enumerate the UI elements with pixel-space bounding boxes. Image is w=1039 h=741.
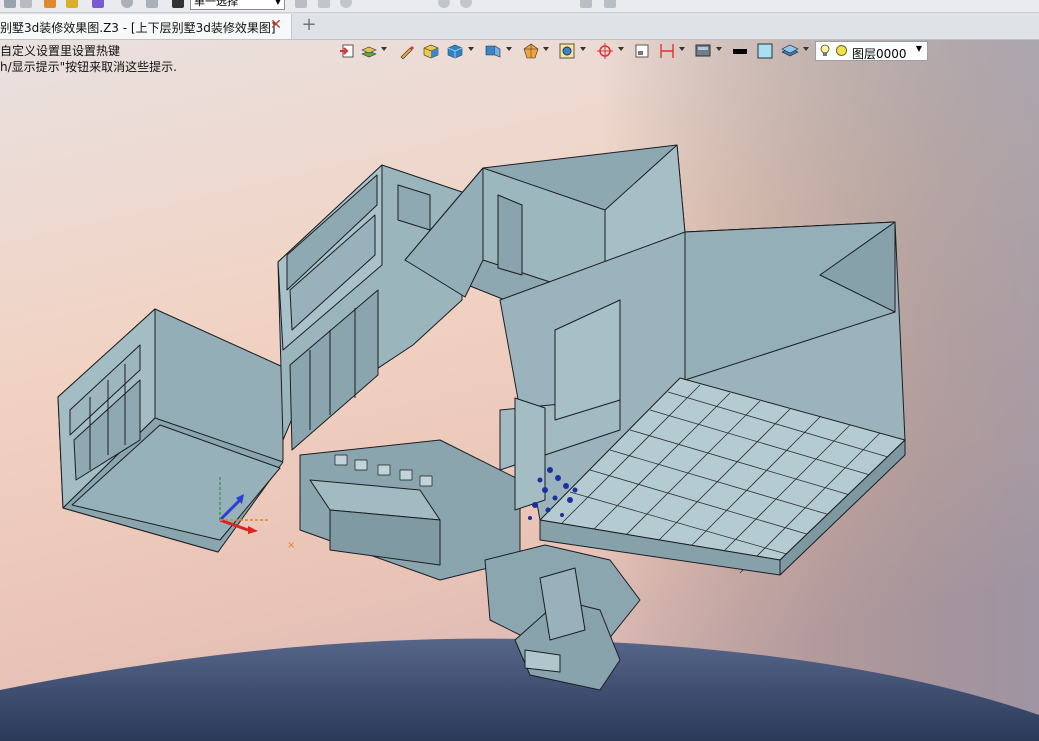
layer-name: 图层0000 — [852, 47, 907, 61]
settings-icon[interactable] — [580, 0, 592, 8]
section-view-icon[interactable] — [633, 42, 651, 60]
selection-mode-value: 单一选择 — [194, 0, 238, 8]
snap-target-icon[interactable] — [596, 42, 614, 60]
chevron-down-icon[interactable] — [506, 47, 512, 51]
hint-line-1: 自定义设置里设置热键 — [0, 44, 121, 58]
orbit-icon[interactable] — [340, 0, 352, 8]
zoom-fit-icon[interactable] — [558, 42, 576, 60]
line-color-icon[interactable] — [731, 42, 749, 60]
close-icon[interactable]: ✕ — [268, 17, 284, 33]
render-style-icon[interactable] — [522, 42, 540, 60]
list-icon[interactable] — [20, 0, 32, 8]
dimension-icon[interactable] — [658, 42, 676, 60]
layer-stack-icon[interactable] — [360, 42, 378, 60]
rotate-icon[interactable] — [318, 0, 330, 8]
cad-application-window: 单一选择 ▼ 别墅3d装修效果图.Z3 - [上下层别墅3d装修效果图] ✕ + — [0, 0, 1039, 741]
cube-icon[interactable] — [446, 42, 464, 60]
picture-icon[interactable] — [92, 0, 104, 8]
chevron-down-icon[interactable] — [716, 47, 722, 51]
cursor-icon[interactable] — [295, 0, 307, 8]
3d-viewport[interactable]: × — [0, 40, 1039, 741]
fill-color-icon[interactable] — [756, 42, 774, 60]
tab-document[interactable]: 别墅3d装修效果图.Z3 - [上下层别墅3d装修效果图] ✕ — [0, 14, 292, 39]
chevron-down-icon[interactable] — [468, 47, 474, 51]
pencil-icon[interactable] — [398, 42, 416, 60]
undo-icon[interactable] — [121, 0, 133, 8]
chevron-down-icon[interactable] — [381, 47, 387, 51]
paint-icon[interactable] — [66, 0, 78, 8]
lightbulb-icon[interactable] — [820, 44, 830, 57]
freeze-toggle-icon[interactable] — [836, 45, 847, 56]
tab-document-label: 别墅3d装修效果图.Z3 - [上下层别墅3d装修效果图] — [0, 21, 276, 35]
exit-sketch-icon[interactable] — [338, 42, 356, 60]
display-mode-icon[interactable] — [694, 42, 712, 60]
pin-icon[interactable] — [146, 0, 158, 8]
arc-tool-icon[interactable] — [460, 0, 472, 8]
view-cube-icon[interactable] — [484, 42, 502, 60]
layers-icon[interactable] — [781, 42, 799, 60]
layer-select[interactable]: 图层0000 ▼ — [815, 41, 928, 61]
hint-line-2: h/显示提示"按钮来取消这些提示. — [0, 60, 177, 74]
chevron-down-icon[interactable]: ▼ — [916, 44, 922, 53]
chevron-down-icon: ▼ — [274, 0, 281, 6]
chevron-down-icon[interactable] — [543, 47, 549, 51]
selection-mode-select[interactable]: 单一选择 ▼ — [190, 0, 285, 10]
circle-tool-icon[interactable] — [438, 0, 450, 8]
hint-overlay: 自定义设置里设置热键 h/显示提示"按钮来取消这些提示. — [0, 43, 177, 75]
model-scene[interactable]: × — [0, 40, 1039, 741]
chevron-down-icon[interactable] — [618, 47, 624, 51]
svg-text:×: × — [287, 540, 295, 551]
document-tab-bar: 别墅3d装修效果图.Z3 - [上下层别墅3d装修效果图] ✕ + — [0, 13, 1039, 40]
menu-icon[interactable] — [4, 0, 16, 8]
new-tab-button[interactable]: + — [300, 16, 318, 34]
main-toolbar: 单一选择 ▼ — [0, 0, 1039, 13]
chevron-down-icon[interactable] — [580, 47, 586, 51]
box-shaded-icon[interactable] — [422, 42, 440, 60]
chevron-down-icon[interactable] — [803, 47, 809, 51]
palette-icon[interactable] — [44, 0, 56, 8]
help-icon[interactable] — [604, 0, 616, 8]
chevron-down-icon[interactable] — [679, 47, 685, 51]
stop-icon[interactable] — [172, 0, 184, 8]
